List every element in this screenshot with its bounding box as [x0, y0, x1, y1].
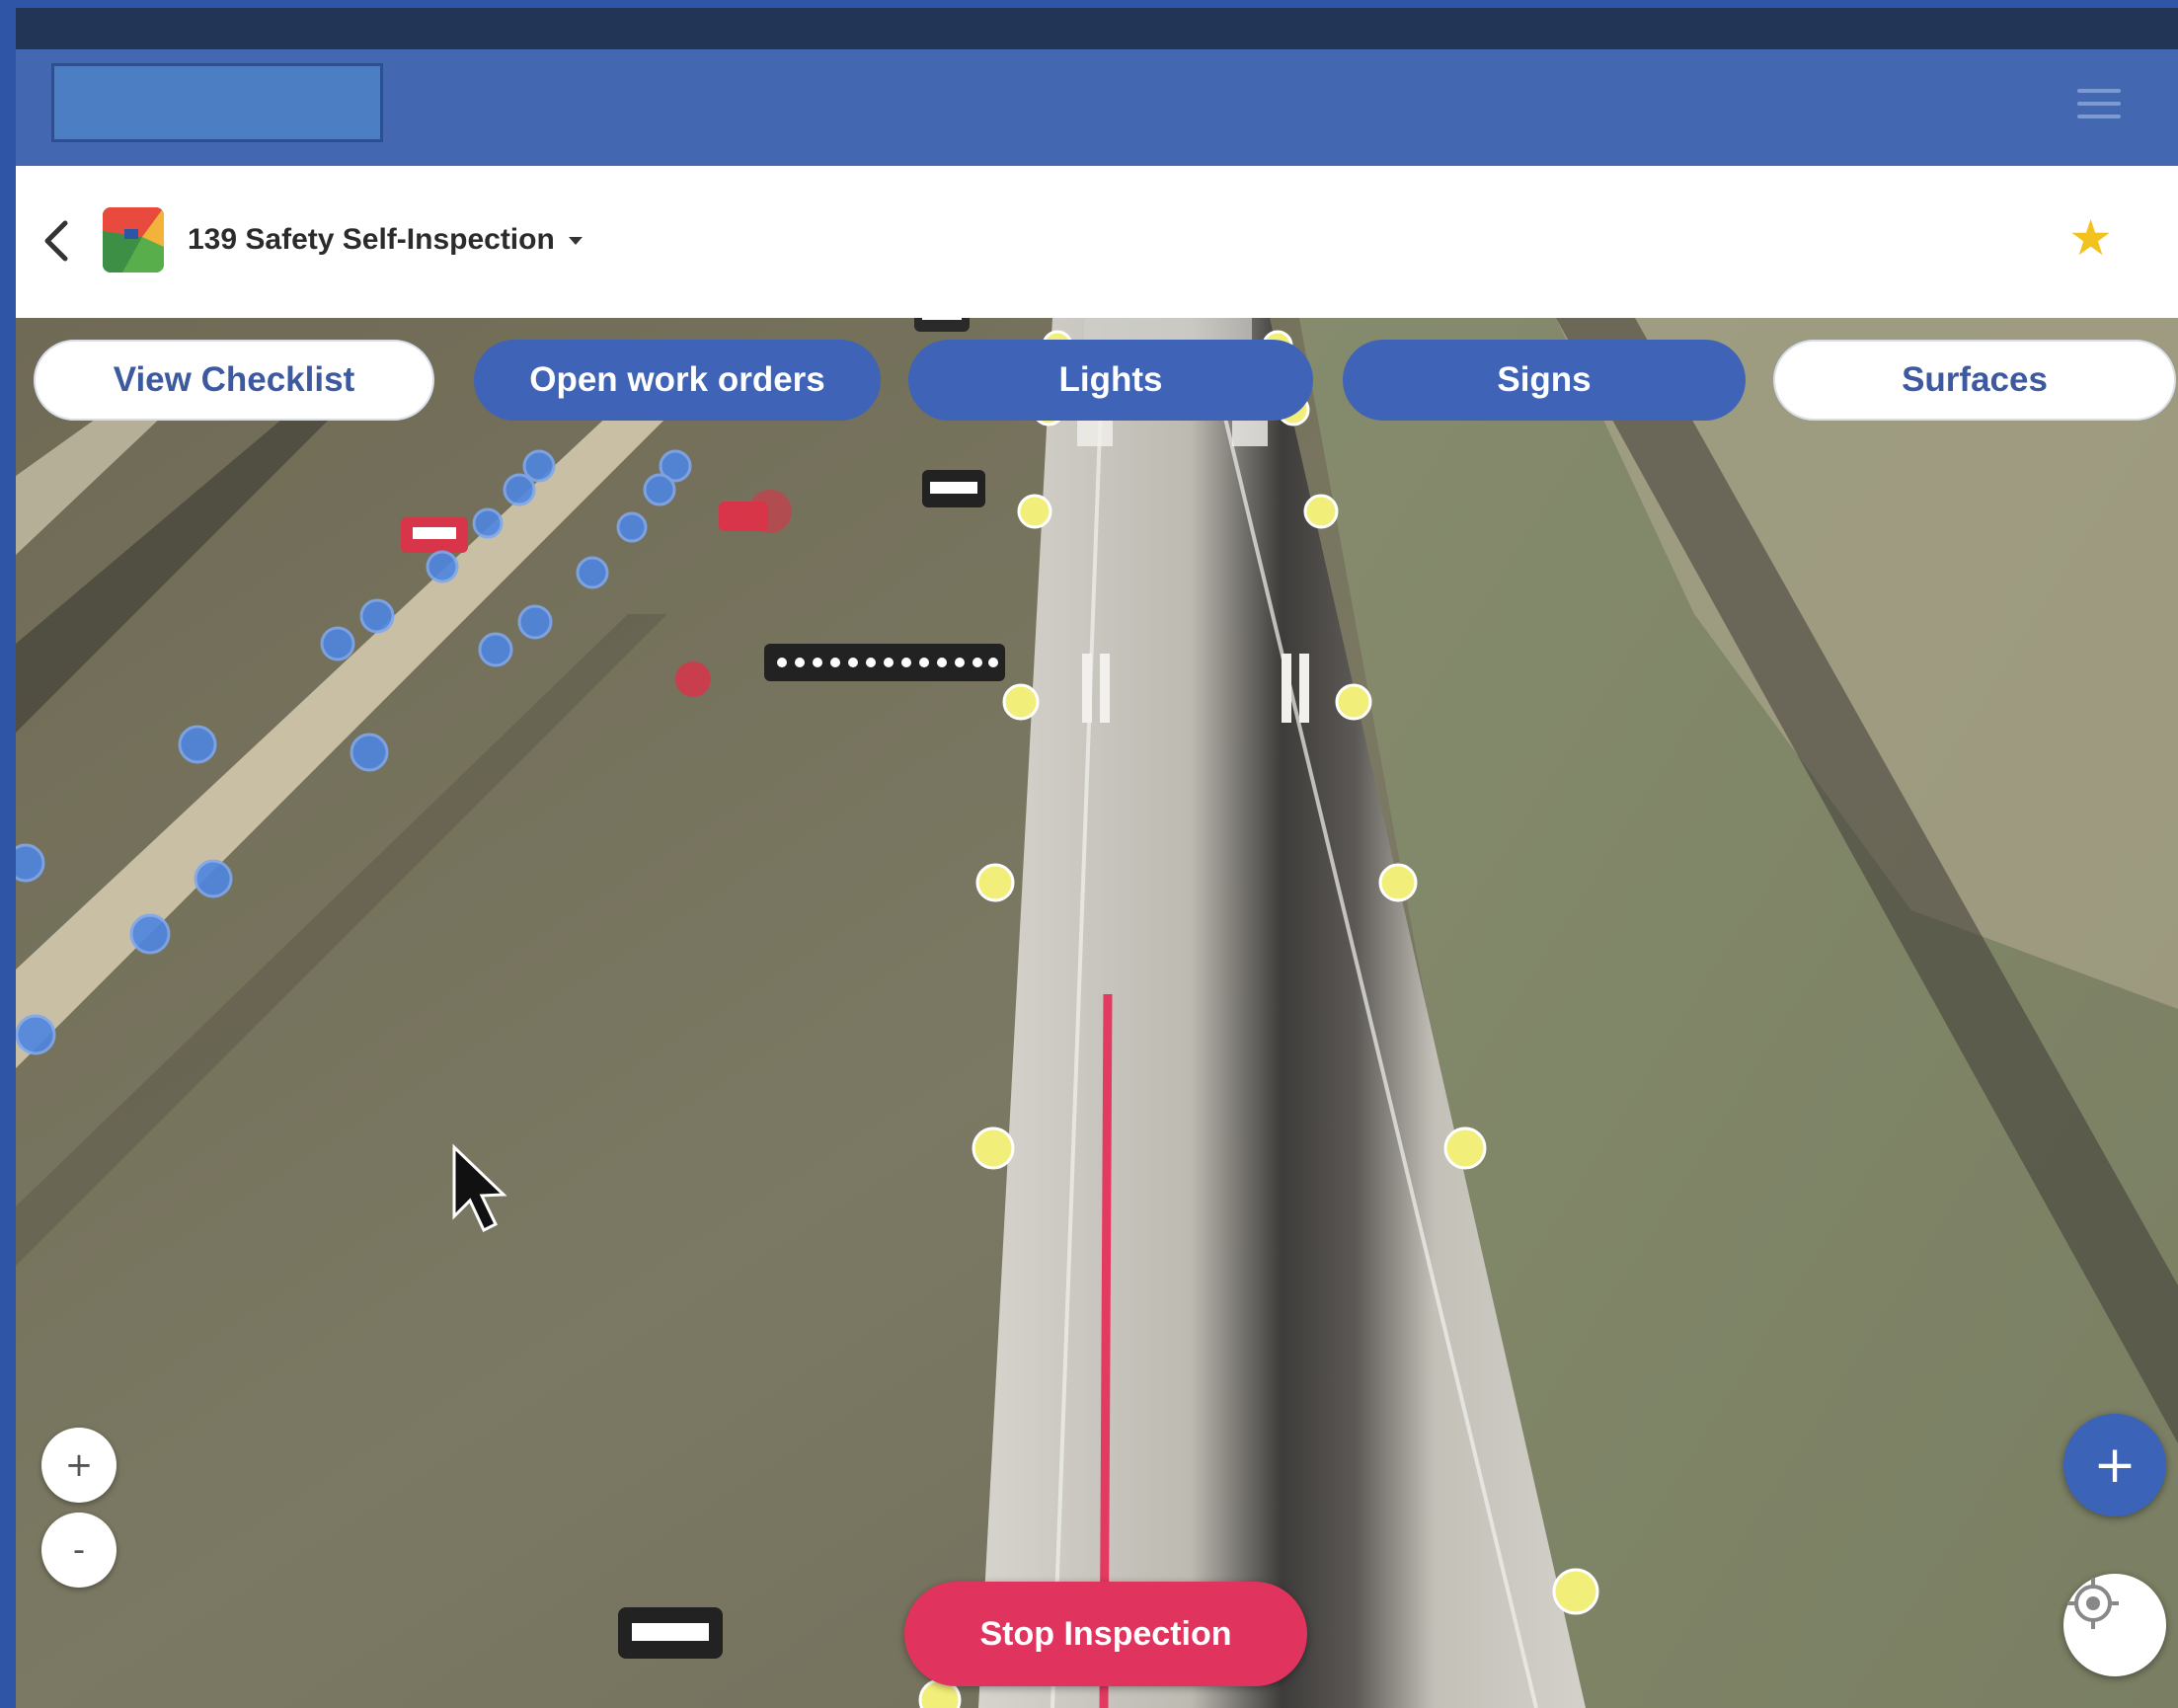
filter-surfaces[interactable]: Surfaces — [1773, 340, 2176, 421]
star-icon[interactable]: ★ — [2068, 213, 2113, 263]
locate-button[interactable] — [2063, 1574, 2166, 1676]
plus-icon: + — [2093, 1436, 2137, 1495]
page-title[interactable]: 139 Safety Self-Inspection — [188, 223, 583, 257]
crosshair-icon — [2067, 1578, 2119, 1629]
filter-label: View Checklist — [113, 360, 355, 399]
filter-signs[interactable]: Signs — [1343, 340, 1746, 421]
stop-inspection-label: Stop Inspection — [979, 1614, 1232, 1653]
zoom-in-button[interactable]: + — [41, 1428, 117, 1503]
filter-open-work-orders[interactable]: Open work orders — [474, 340, 881, 421]
filter-view-checklist[interactable]: View Checklist — [34, 340, 434, 421]
filter-lights[interactable]: Lights — [908, 340, 1313, 421]
title-bar: 139 Safety Self-Inspection ★ — [16, 166, 2178, 318]
filter-label: Surfaces — [1902, 360, 2048, 399]
page-title-text: 139 Safety Self-Inspection — [188, 223, 555, 256]
zoom-out-button[interactable]: - — [41, 1513, 117, 1588]
zoom-out-label: - — [72, 1530, 86, 1570]
map-view[interactable]: View Checklist Open work orders Lights S… — [16, 318, 2178, 1708]
caret-down-icon[interactable] — [568, 237, 583, 246]
app-bar — [16, 49, 2178, 166]
app-icon — [103, 207, 164, 272]
filter-label: Lights — [1058, 360, 1163, 399]
hamburger-menu-icon[interactable] — [2077, 89, 2121, 120]
zoom-in-label: + — [64, 1445, 94, 1485]
window-frame — [0, 0, 16, 1708]
filter-label: Signs — [1497, 360, 1592, 399]
logo-placeholder — [51, 63, 383, 142]
stop-inspection-button[interactable]: Stop Inspection — [904, 1582, 1307, 1686]
back-chevron-icon[interactable] — [38, 215, 77, 267]
add-button[interactable]: + — [2063, 1414, 2166, 1516]
aerial-map — [16, 318, 2178, 1708]
filter-label: Open work orders — [529, 360, 825, 399]
system-bar — [16, 0, 2178, 49]
